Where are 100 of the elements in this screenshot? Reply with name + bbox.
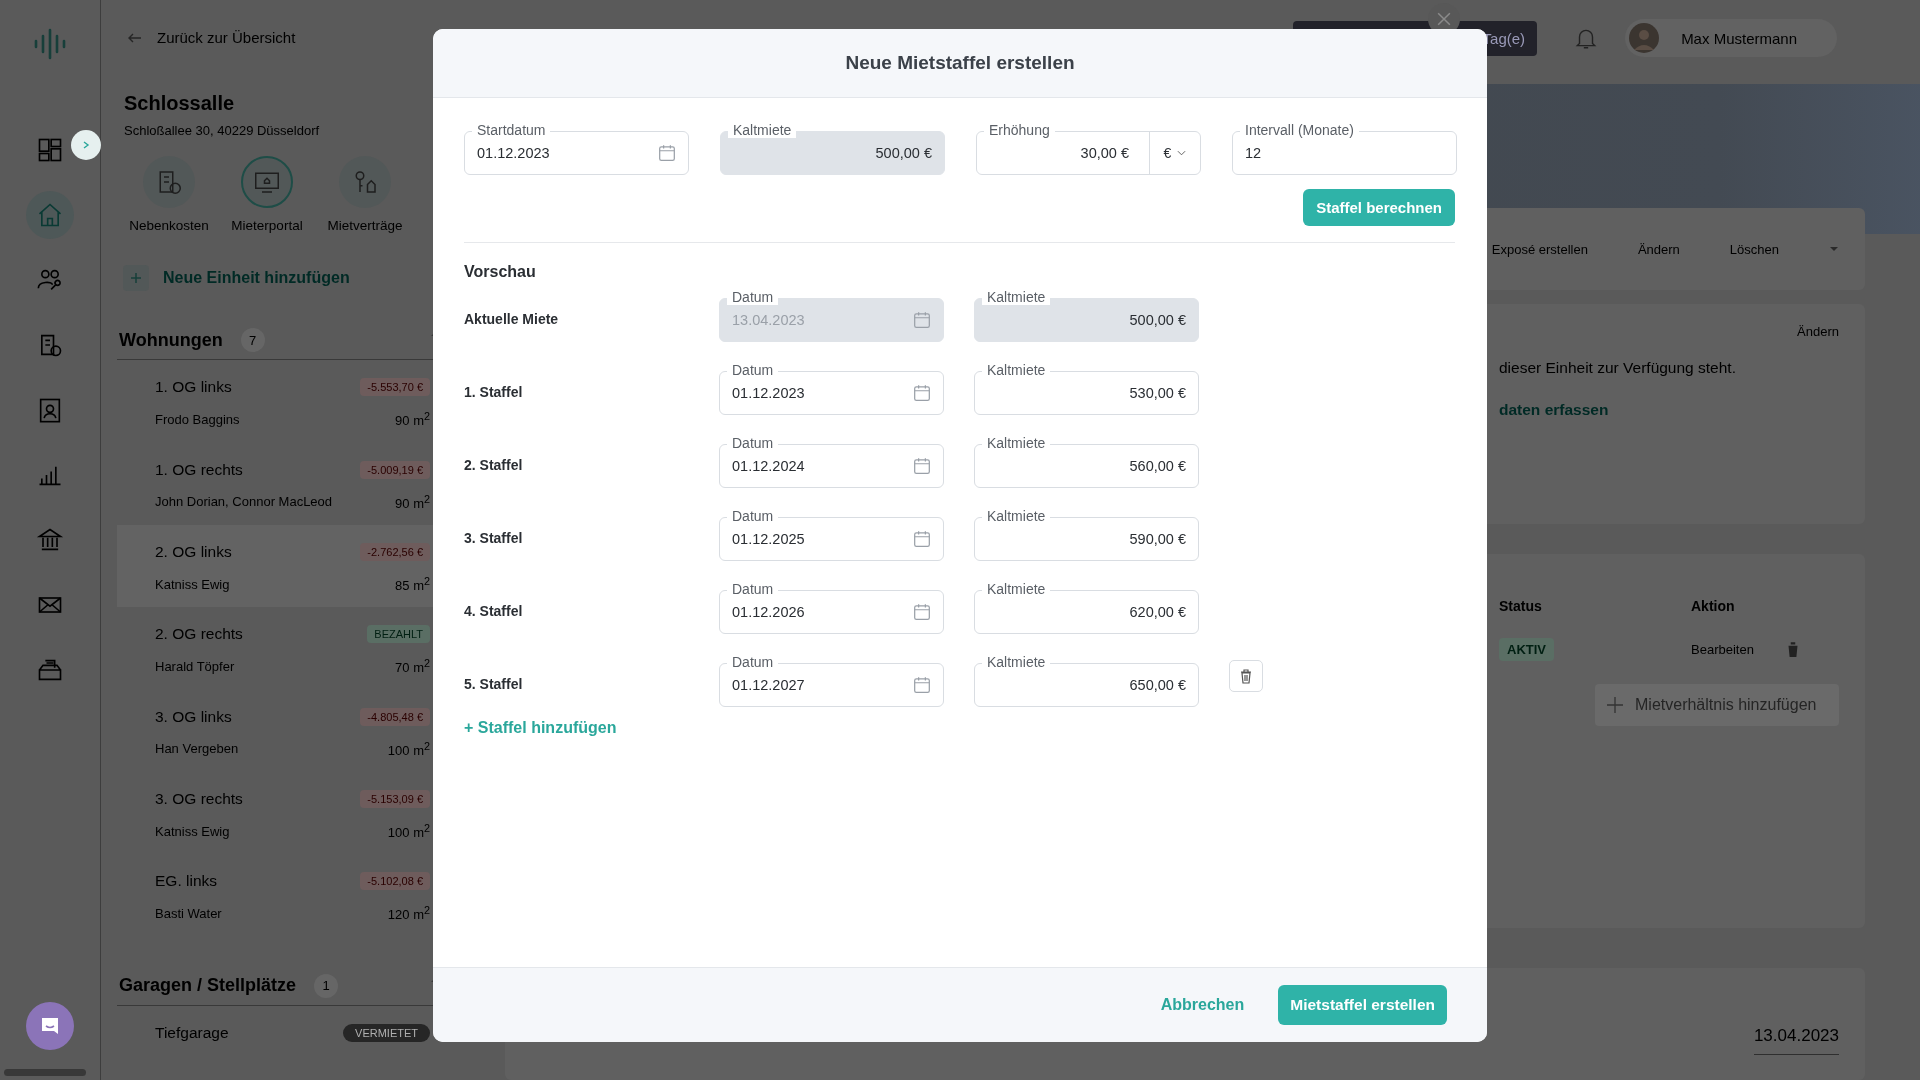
trash-icon (1238, 668, 1254, 684)
count-badge: 7 (240, 328, 265, 353)
dashboard-icon[interactable] (36, 136, 64, 164)
unit-item[interactable]: 3. OG rechts -5.153,09 € Katniss Ewig 100 m$^{2}$ (117, 771, 445, 855)
status-badge: -4.805,48 € (360, 707, 430, 726)
tenant-name: Han Vergeben (155, 741, 239, 757)
edit-link[interactable]: Ändern (1797, 324, 1839, 339)
property-action[interactable]: Nebenkosten (123, 155, 215, 233)
tenant-name: Frodo Baggins (155, 411, 240, 427)
status-badge: -5.553,70 € (360, 378, 430, 397)
unit-name: 3. OG rechts (155, 789, 243, 808)
field-label: Kaltmiete (982, 362, 1051, 378)
toolbar-action[interactable]: Ändern (1637, 241, 1680, 257)
back-link[interactable]: Zurück zur Übersicht (157, 29, 296, 47)
row-label: 3. Staffel (464, 529, 524, 546)
chevron-down-icon (1177, 150, 1187, 156)
calendar-icon[interactable] (913, 384, 931, 402)
add-unit-button[interactable]: Neue Einheit hinzufügen (123, 264, 445, 291)
edit-button[interactable]: Bearbeiten (1691, 641, 1754, 657)
column-header: Status (1499, 598, 1543, 614)
unit-item[interactable]: 1. OG rechts -5.009,19 € John Dorian, Connor MacLeod 90 m$^{2}$ (117, 442, 445, 525)
status-badge: AKTIV (1499, 638, 1554, 661)
unit-name: 3. OG links (155, 707, 232, 726)
unit-name: 2. OG links (155, 542, 232, 561)
unit-item[interactable]: EG. links -5.102,08 € Basti Water 120 m$^{2}$ (117, 854, 445, 937)
property-action[interactable]: Mietverträge (319, 155, 411, 233)
tenant-name: Harald Töpfer (155, 658, 235, 674)
property-action[interactable]: Mieterportal (221, 155, 313, 233)
row-label: Aktuelle Miete (464, 310, 560, 327)
field-label: Intervall (Monate) (1240, 122, 1359, 138)
status-badge: -2.762,56 € (360, 542, 430, 561)
home-icon[interactable] (36, 201, 64, 229)
add-tenancy-button[interactable]: Mietverhältnis hinzufügen (1595, 684, 1839, 726)
date-text: 13.04.2023 (1753, 1026, 1839, 1055)
chat-button[interactable] (26, 1002, 74, 1050)
tenant-name: Basti Water (155, 905, 222, 921)
tenant-name: John Dorian, Connor MacLeod (155, 494, 333, 510)
field-label: Datum (727, 362, 779, 378)
avatar-icon (1629, 23, 1660, 53)
row-label: 1. Staffel (464, 383, 524, 400)
close-icon (1437, 12, 1451, 26)
toolbar-action[interactable]: Exposé erstellen (1491, 241, 1588, 257)
plus-icon (130, 271, 142, 284)
calendar-icon[interactable] (913, 457, 931, 475)
field-label: Kaltmiete (982, 654, 1051, 670)
unit-area: 100 m$^{2}$ (387, 821, 430, 841)
calendar-icon[interactable] (913, 530, 931, 548)
unit-name: 2. OG rechts (155, 625, 243, 644)
property-address: Schloßallee 30, 40229 Düsseldorf (124, 122, 321, 138)
user-name: Max Mustermann (1681, 29, 1797, 47)
unit-area: 90 m$^{2}$ (395, 492, 430, 511)
unit-name: Tiefgarage (155, 1023, 229, 1042)
column-header: Aktion (1691, 598, 1736, 614)
tenant-name: Katniss Ewig (155, 576, 230, 592)
property-title: Schlossalle (124, 91, 236, 115)
field-label: Startdatum (472, 122, 551, 138)
submit-button[interactable]: Mietstaffel erstellen (1278, 985, 1447, 1025)
calendar-icon[interactable] (913, 676, 931, 694)
chevron-right-icon (81, 140, 91, 150)
calendar-icon[interactable] (658, 144, 676, 162)
unit-item[interactable]: Tiefgarage VERMIETET (117, 1005, 445, 1080)
unit-area: 100 m$^{2}$ (387, 739, 430, 758)
field-label: Datum (727, 289, 779, 305)
unit-item[interactable]: 2. OG rechts BEZAHLT Harald Töpfer 70 m$^{2}$ (117, 607, 445, 690)
count-badge: 1 (314, 973, 339, 998)
modal-title: Neue Mietstaffel erstellen (845, 52, 1075, 74)
unit-area: 85 m$^{2}$ (395, 574, 430, 594)
unit-name: EG. links (155, 872, 217, 891)
field-label: Erhöhung (984, 122, 1055, 138)
unit-area: 90 m$^{2}$ (395, 410, 430, 429)
scrollbar[interactable] (4, 1069, 86, 1076)
unit-name: 1. OG links (155, 378, 232, 397)
dropdown-caret-icon[interactable] (1829, 246, 1839, 252)
field-label: Kaltmiete (728, 122, 797, 138)
calendar-icon[interactable] (913, 603, 931, 621)
field-label: Kaltmiete (982, 508, 1051, 524)
row-label: 4. Staffel (464, 602, 524, 619)
cancel-button[interactable]: Abbrechen (1154, 995, 1251, 1015)
field-label: Kaltmiete (982, 289, 1051, 305)
field-label: Datum (727, 435, 779, 451)
user-menu[interactable]: Max Mustermann (1625, 19, 1837, 57)
unit-item[interactable]: 1. OG links -5.553,70 € Frodo Baggins 90 m$^{2}$ (117, 360, 445, 443)
tenant-name: Katniss Ewig (155, 823, 230, 839)
unit-area: 120 m$^{2}$ (387, 904, 430, 923)
calculate-button[interactable]: Staffel berechnen (1303, 189, 1455, 226)
info-link[interactable]: daten erfassen (1499, 401, 1839, 419)
unit-item[interactable]: 3. OG links -4.805,48 € Han Vergeben 100 m$^{2}$ (117, 689, 445, 772)
field-label: Datum (727, 581, 779, 597)
delete-button[interactable] (1229, 660, 1263, 692)
plus-icon (1607, 697, 1623, 713)
status-badge: -5.153,09 € (360, 789, 430, 808)
toolbar-action[interactable]: Löschen (1729, 241, 1779, 257)
expand-button[interactable] (71, 130, 101, 160)
status-badge: VERMIETET (343, 1023, 430, 1042)
status-badge: -5.009,19 € (360, 460, 430, 479)
preview-title: Vorschau (464, 263, 537, 281)
row-label: 5. Staffel (464, 675, 524, 692)
add-step-link[interactable]: + Staffel hinzufügen (464, 719, 617, 737)
unit-select[interactable]: € (1149, 132, 1200, 174)
info-text: dieser Einheit zur Verfügung steht. (1499, 359, 1737, 377)
